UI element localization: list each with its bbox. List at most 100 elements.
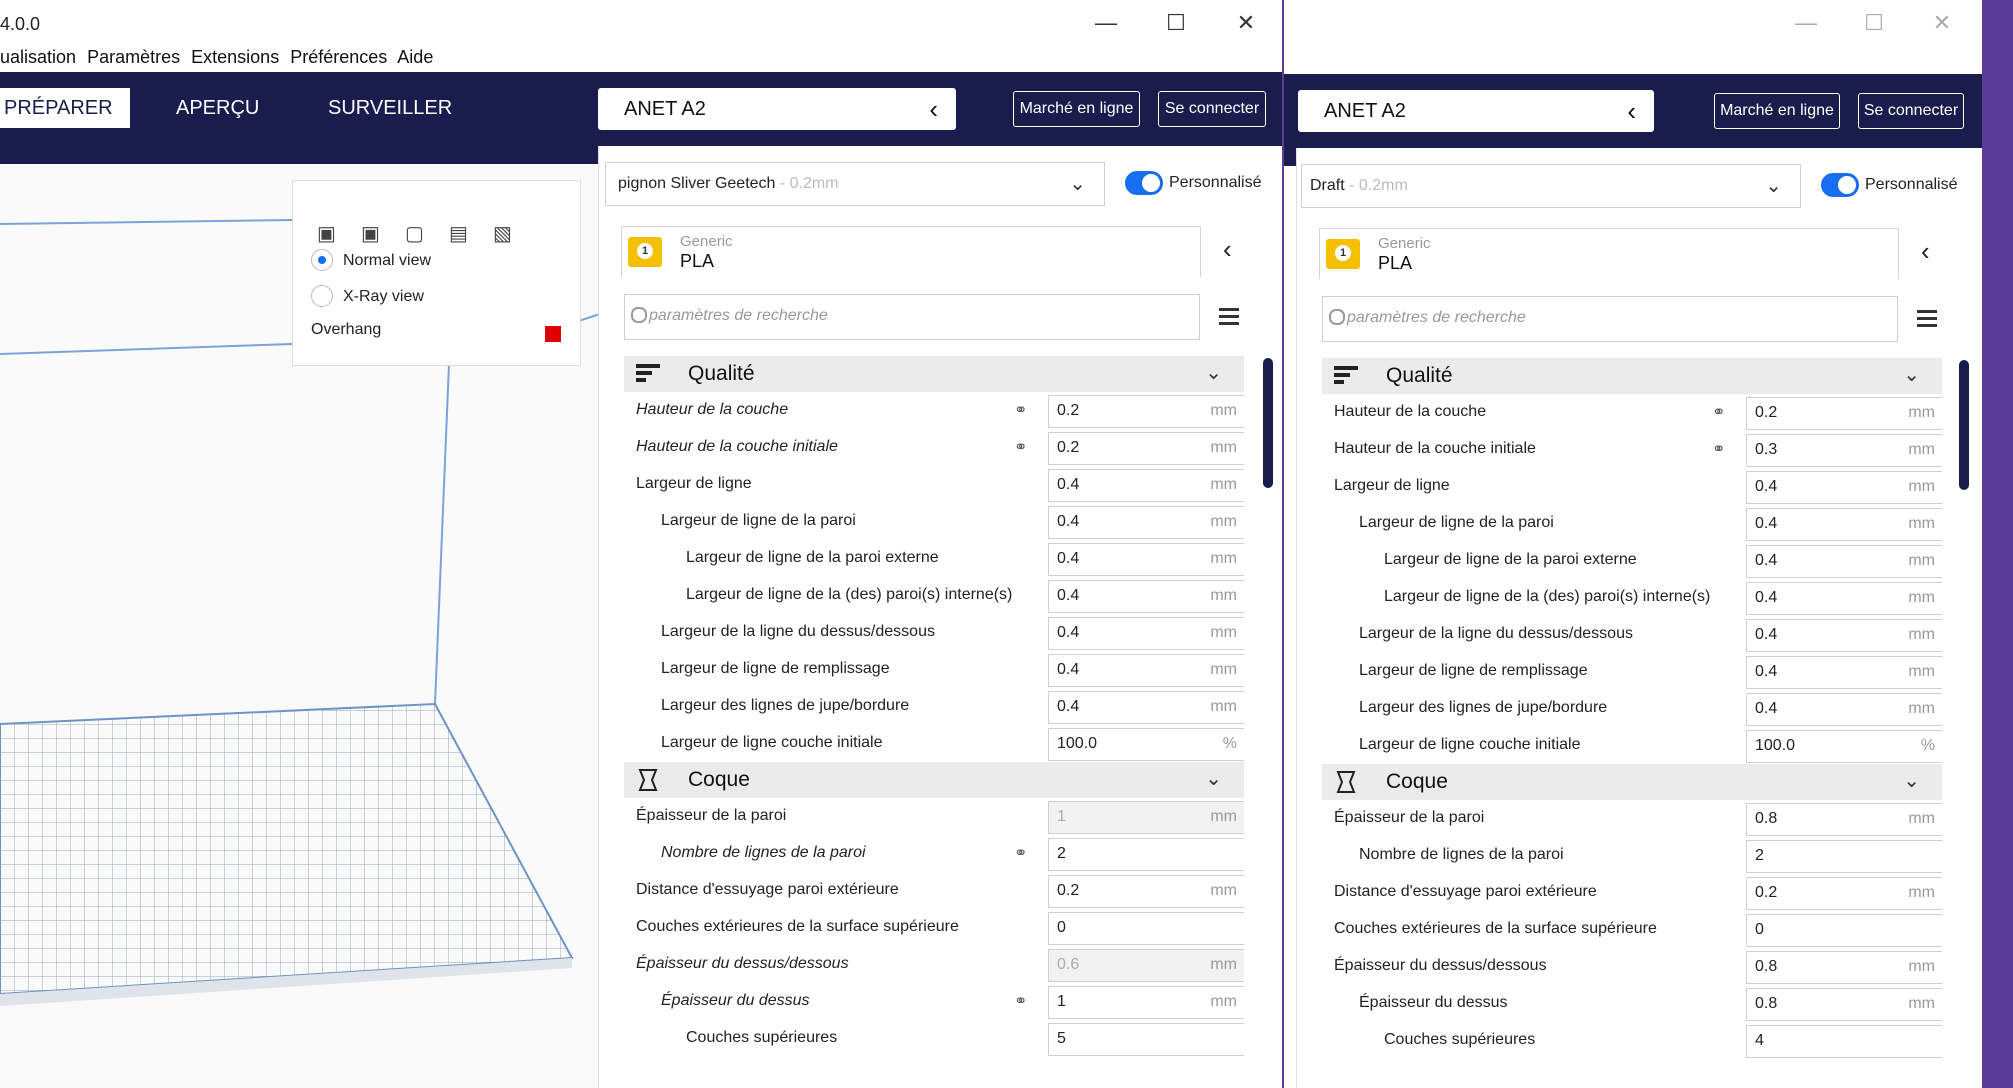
setting-label: Largeur de ligne bbox=[1334, 477, 1450, 494]
settings-scrollbar[interactable] bbox=[1263, 358, 1273, 488]
setting-value-field[interactable]: 0.4 mm bbox=[1746, 656, 1942, 689]
setting-value-field[interactable]: 0.8 mm bbox=[1746, 951, 1942, 984]
linked-setting-icon[interactable]: ⚭ bbox=[1014, 400, 1027, 420]
setting-value-field[interactable]: 100.0% bbox=[1746, 730, 1942, 763]
setting-value-field[interactable]: 0.4 mm bbox=[1746, 619, 1942, 652]
setting-value-field[interactable]: 0.8 mm bbox=[1746, 803, 1942, 836]
setting-row: Couches supérieures 5 bbox=[624, 1020, 1244, 1057]
tab-preparer[interactable]: PRÉPARER bbox=[0, 88, 130, 128]
title-bar[interactable]: 4.0.0 — ☐ ✕ bbox=[0, 0, 1282, 47]
view-3d-icon[interactable]: ▣ bbox=[317, 221, 336, 246]
setting-value-field[interactable]: 5 bbox=[1048, 1023, 1244, 1056]
setting-value-field[interactable]: 0 bbox=[1746, 914, 1942, 947]
material-tab[interactable]: 1 Generic PLA bbox=[621, 226, 1201, 277]
setting-unit: mm bbox=[1210, 882, 1237, 899]
category-quality[interactable]: Qualité ⌄ bbox=[624, 356, 1244, 392]
maximize-icon[interactable]: ☐ bbox=[1154, 7, 1198, 39]
close-icon[interactable]: ✕ bbox=[1224, 7, 1268, 39]
setting-value: 100.0 bbox=[1755, 737, 1796, 754]
setting-value-field[interactable]: 0.4 mm bbox=[1746, 545, 1942, 578]
signin-button[interactable]: Se connecter bbox=[1158, 91, 1266, 127]
settings-menu-icon[interactable] bbox=[1219, 308, 1239, 329]
setting-unit: mm bbox=[1908, 515, 1935, 532]
printer-selector[interactable]: ANET A2 ‹ bbox=[598, 88, 956, 130]
setting-value-field[interactable]: 0.4 mm bbox=[1048, 691, 1244, 724]
setting-row: Distance d'essuyage paroi extérieure 0.2 m… bbox=[624, 872, 1244, 909]
setting-row: Hauteur de la couche initiale ⚭ 0.2 mm bbox=[624, 429, 1244, 466]
profile-selector-2[interactable]: Draft - 0.2mm ⌄ bbox=[1301, 164, 1801, 208]
setting-value-field[interactable]: 0.4 mm bbox=[1048, 654, 1244, 687]
collapse-chevron-icon[interactable]: ‹ bbox=[1921, 236, 1930, 267]
toggle-switch[interactable] bbox=[1821, 173, 1859, 197]
setting-value-field[interactable]: 0.4 mm bbox=[1048, 543, 1244, 576]
setting-value-field[interactable]: 0.4 mm bbox=[1048, 469, 1244, 502]
category-shell[interactable]: Coque ⌄ bbox=[624, 762, 1244, 798]
custom-mode-toggle-2[interactable]: Personnalisé bbox=[1821, 173, 1958, 197]
settings-scrollbar-2[interactable] bbox=[1959, 360, 1969, 490]
view-top-icon[interactable]: ▢ bbox=[405, 221, 424, 246]
marketplace-button-2[interactable]: Marché en ligne bbox=[1714, 93, 1840, 129]
tab-apercu[interactable]: APERÇU bbox=[176, 88, 259, 128]
linked-setting-icon[interactable]: ⚭ bbox=[1014, 991, 1027, 1011]
signin-button-2[interactable]: Se connecter bbox=[1858, 93, 1964, 129]
settings-search-input[interactable]: paramètres de recherche bbox=[624, 294, 1200, 340]
setting-value-field[interactable]: 0.8 mm bbox=[1746, 988, 1942, 1021]
view-right-icon[interactable]: ▧ bbox=[493, 221, 512, 246]
menu-extensions[interactable]: Extensions bbox=[191, 47, 279, 67]
view-left-icon[interactable]: ▤ bbox=[449, 221, 468, 246]
settings-search-input-2[interactable]: paramètres de recherche bbox=[1322, 296, 1898, 342]
setting-value-field[interactable]: 0.4 mm bbox=[1746, 471, 1942, 504]
view-front-icon[interactable]: ▣ bbox=[361, 221, 380, 246]
setting-value-field[interactable]: 0.3 mm bbox=[1746, 434, 1942, 467]
printer-selector-2[interactable]: ANET A2 ‹ bbox=[1298, 90, 1654, 132]
setting-value-field[interactable]: 0.4 mm bbox=[1746, 508, 1942, 541]
setting-value-field[interactable]: 2 bbox=[1048, 838, 1244, 871]
setting-label: Distance d'essuyage paroi extérieure bbox=[1334, 883, 1597, 900]
xray-view-radio[interactable] bbox=[311, 285, 333, 307]
toggle-switch[interactable] bbox=[1125, 171, 1163, 195]
setting-value-field[interactable]: 0.2 mm bbox=[1048, 875, 1244, 908]
setting-value-field[interactable]: 0.4 mm bbox=[1048, 506, 1244, 539]
setting-label: Largeur de ligne couche initiale bbox=[1359, 736, 1581, 753]
custom-mode-toggle[interactable]: Personnalisé bbox=[1125, 171, 1262, 195]
category-quality[interactable]: Qualité ⌄ bbox=[1322, 358, 1942, 394]
setting-value-field[interactable]: 0 bbox=[1048, 912, 1244, 945]
setting-row: Largeur de la ligne du dessus/dessous 0.4… bbox=[624, 614, 1244, 651]
minimize-icon[interactable]: — bbox=[1784, 7, 1828, 39]
linked-setting-icon[interactable]: ⚭ bbox=[1014, 437, 1027, 457]
linked-setting-icon[interactable]: ⚭ bbox=[1712, 439, 1725, 459]
marketplace-button[interactable]: Marché en ligne bbox=[1013, 91, 1140, 127]
linked-setting-icon[interactable]: ⚭ bbox=[1712, 402, 1725, 422]
setting-value-field[interactable]: 0.2 mm bbox=[1746, 877, 1942, 910]
setting-value-field[interactable]: 2 bbox=[1746, 840, 1942, 873]
minimize-icon[interactable]: — bbox=[1084, 7, 1128, 39]
collapse-chevron-icon[interactable]: ‹ bbox=[1223, 234, 1232, 265]
maximize-icon[interactable]: ☐ bbox=[1852, 7, 1896, 39]
setting-value-field[interactable]: 0.4 mm bbox=[1048, 580, 1244, 613]
chevron-down-icon: ⌄ bbox=[1903, 770, 1920, 792]
menu-preferences[interactable]: Préférences bbox=[290, 47, 387, 67]
menu-aide[interactable]: Aide bbox=[397, 47, 433, 67]
setting-value-field[interactable]: 1 mm bbox=[1048, 986, 1244, 1019]
category-shell[interactable]: Coque ⌄ bbox=[1322, 764, 1942, 800]
linked-setting-icon[interactable]: ⚭ bbox=[1014, 843, 1027, 863]
setting-value-field[interactable]: 0.4 mm bbox=[1746, 582, 1942, 615]
setting-label: Hauteur de la couche initiale bbox=[636, 438, 838, 455]
setting-value-field[interactable]: 0.2 mm bbox=[1746, 397, 1942, 430]
setting-value-field[interactable]: 100.0% bbox=[1048, 728, 1244, 761]
menu-visualisation[interactable]: ualisation bbox=[0, 47, 76, 67]
settings-menu-icon[interactable] bbox=[1917, 310, 1937, 331]
setting-value-field[interactable]: 0.4 mm bbox=[1048, 617, 1244, 650]
normal-view-radio[interactable] bbox=[311, 249, 333, 271]
setting-unit: % bbox=[1222, 735, 1237, 752]
title-bar-2[interactable]: — ☐ ✕ bbox=[1284, 0, 1982, 47]
tab-surveiller[interactable]: SURVEILLER bbox=[328, 88, 452, 128]
close-icon[interactable]: ✕ bbox=[1920, 7, 1964, 39]
setting-value-field[interactable]: 0.2 mm bbox=[1048, 432, 1244, 465]
material-tab-2[interactable]: 1 Generic PLA bbox=[1319, 228, 1899, 279]
setting-value-field[interactable]: 4 bbox=[1746, 1025, 1942, 1058]
profile-selector[interactable]: pignon Sliver Geetech - 0.2mm ⌄ bbox=[605, 162, 1105, 206]
setting-value-field[interactable]: 0.2 mm bbox=[1048, 395, 1244, 428]
menu-parametres[interactable]: Paramètres bbox=[87, 47, 180, 67]
setting-value-field[interactable]: 0.4 mm bbox=[1746, 693, 1942, 726]
